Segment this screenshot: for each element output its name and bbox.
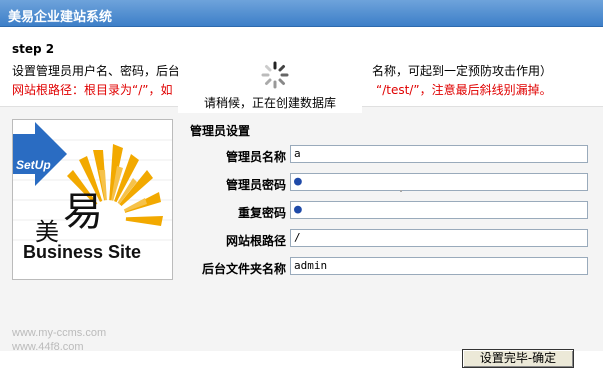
stray-dot (400, 190, 402, 192)
admin-folder-label: 后台文件夹名称 (201, 262, 286, 276)
warning-text-end: “/test/”，注意最后斜线别漏掉。 (376, 83, 552, 97)
footer-url-2: www.44f8.com (12, 341, 84, 353)
site-root-label: 网站根路径 (225, 234, 286, 248)
site-root-input[interactable]: / (290, 229, 588, 247)
admin-password-input[interactable]: ● (290, 173, 588, 191)
setup-badge: SetUp (16, 158, 51, 172)
submit-button[interactable]: 设置完毕-确定 (462, 349, 574, 368)
description-text-start: 设置管理员用户名、密码，后台 (12, 64, 181, 78)
installer-window: 美易企业建站系统 step 2 设置管理员用户名、密码，后台 名称，可起到一定预… (0, 0, 603, 370)
section-title: 管理员设置 (190, 124, 251, 138)
logo: SetUp 美 易 Business Site (12, 119, 173, 280)
step-label: step 2 (12, 42, 55, 56)
loading-overlay: 请稍候，正在创建数据库 (178, 58, 362, 113)
description-text-end: 名称，可起到一定预防攻击作用） (372, 64, 553, 78)
admin-name-label: 管理员名称 (225, 150, 286, 164)
confirm-password-input[interactable]: ● (290, 201, 588, 219)
admin-password-label: 管理员密码 (225, 178, 286, 192)
warning-text-start: 网站根路径：根目录为“/”，如 (12, 83, 173, 97)
admin-folder-input[interactable]: admin (290, 257, 588, 275)
confirm-password-label: 重复密码 (237, 206, 286, 220)
window-title: 美易企业建站系统 (8, 10, 113, 25)
loading-spinner-icon (261, 61, 289, 89)
footer-url-1: www.my-ccms.com (12, 327, 107, 339)
form-panel: SetUp 美 易 Business Site 管理员设置 管理员名称 a 管理… (0, 106, 603, 353)
brand-en: Business Site (23, 242, 142, 262)
brand-cn-2: 易 (63, 189, 103, 235)
title-bar: 美易企业建站系统 (0, 0, 603, 27)
admin-name-input[interactable]: a (290, 145, 588, 163)
loading-text: 请稍候，正在创建数据库 (203, 96, 336, 110)
